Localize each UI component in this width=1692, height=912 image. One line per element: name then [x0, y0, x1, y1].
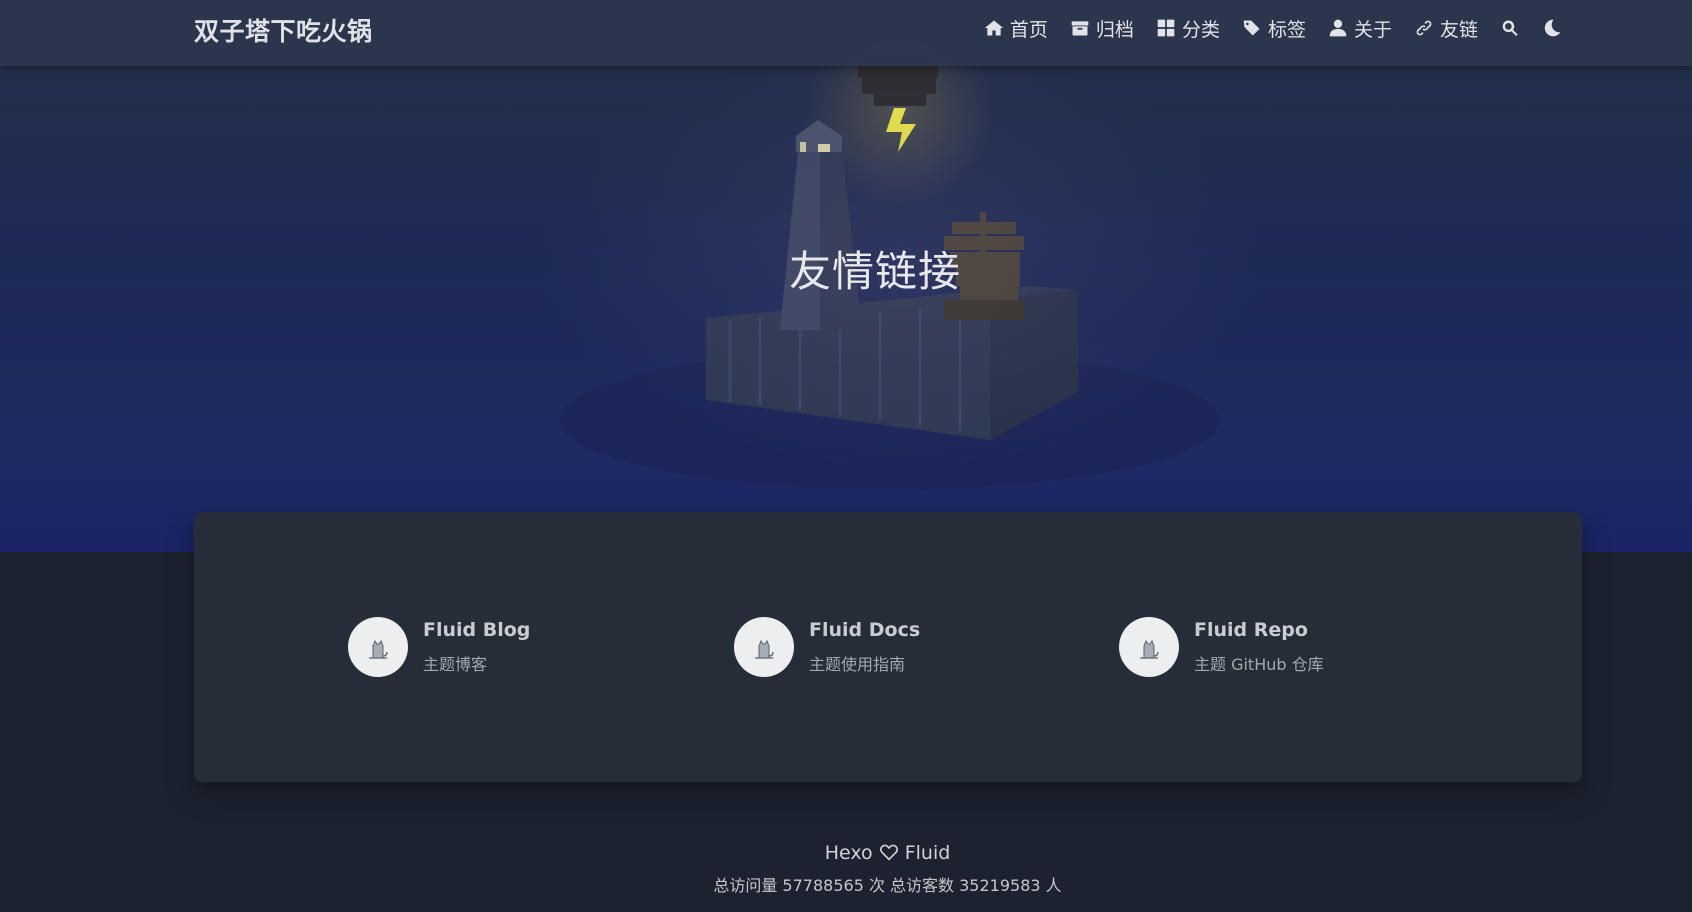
heart-icon [879, 844, 898, 861]
cat-avatar-icon [369, 639, 388, 659]
nav-item-tags[interactable]: 标签 [1242, 14, 1306, 42]
link-description: 主题使用指南 [809, 655, 906, 674]
site-brand[interactable]: 双子塔下吃火锅 [194, 12, 373, 48]
fluid-link[interactable]: Fluid [905, 842, 951, 864]
link-text: Fluid Blog 主题博客 [423, 619, 530, 675]
link-card-fluid-repo[interactable]: Fluid Repo 主题 GitHub 仓库 [1119, 617, 1324, 677]
avatar [348, 617, 408, 677]
avatar [1119, 617, 1179, 677]
link-title: Fluid Docs [809, 619, 921, 641]
nav-item-label: 首页 [1009, 18, 1048, 41]
page-title: 友情链接 [788, 247, 961, 296]
category-icon [1157, 19, 1175, 37]
link-card-fluid-blog[interactable]: Fluid Blog 主题博客 [348, 617, 530, 677]
link-icon [1416, 20, 1432, 36]
archive-icon [1071, 21, 1089, 36]
nav-item-about[interactable]: 关于 [1328, 14, 1392, 42]
search-button[interactable] [1500, 14, 1520, 42]
nav-item-label: 友链 [1439, 18, 1478, 41]
link-title: Fluid Blog [423, 619, 531, 641]
footer-powered-by: Hexo Fluid [0, 842, 1692, 864]
search-icon [1502, 20, 1518, 36]
nav-item-links[interactable]: 友链 [1414, 14, 1478, 42]
top-navbar: 双子塔下吃火锅 首页 归档 分类 标签 关于 友链 [0, 0, 1692, 66]
nav-item-home[interactable]: 首页 [984, 14, 1048, 42]
nav-item-category[interactable]: 分类 [1156, 14, 1220, 42]
links-board: Fluid Blog 主题博客 Fluid Docs 主题使用指南 Fluid … [194, 512, 1582, 782]
nav-item-label: 标签 [1267, 18, 1306, 41]
link-description: 主题博客 [423, 655, 488, 674]
hexo-link[interactable]: Hexo [825, 842, 873, 864]
nav-menu: 首页 归档 分类 标签 关于 友链 [984, 14, 1562, 42]
nav-item-label: 归档 [1095, 18, 1134, 41]
link-title: Fluid Repo [1194, 619, 1308, 641]
cat-avatar-icon [755, 639, 774, 659]
avatar [734, 617, 794, 677]
link-text: Fluid Repo 主题 GitHub 仓库 [1194, 619, 1324, 675]
home-icon [984, 20, 1004, 36]
theme-toggle-button[interactable] [1542, 14, 1562, 42]
site-footer: Hexo Fluid 总访问量 57788565 次 总访客数 35219583… [0, 842, 1692, 896]
nav-item-label: 分类 [1181, 18, 1220, 41]
user-icon [1329, 19, 1347, 37]
nav-item-archive[interactable]: 归档 [1070, 14, 1134, 42]
link-description: 主题 GitHub 仓库 [1194, 655, 1324, 674]
tag-icon [1243, 20, 1260, 36]
moon-icon [1544, 19, 1561, 37]
footer-stats: 总访问量 57788565 次 总访客数 35219583 人 [713, 876, 1062, 895]
cat-avatar-icon [1140, 639, 1159, 659]
nav-item-label: 关于 [1353, 18, 1392, 41]
link-card-fluid-docs[interactable]: Fluid Docs 主题使用指南 [734, 617, 920, 677]
link-text: Fluid Docs 主题使用指南 [809, 619, 920, 675]
